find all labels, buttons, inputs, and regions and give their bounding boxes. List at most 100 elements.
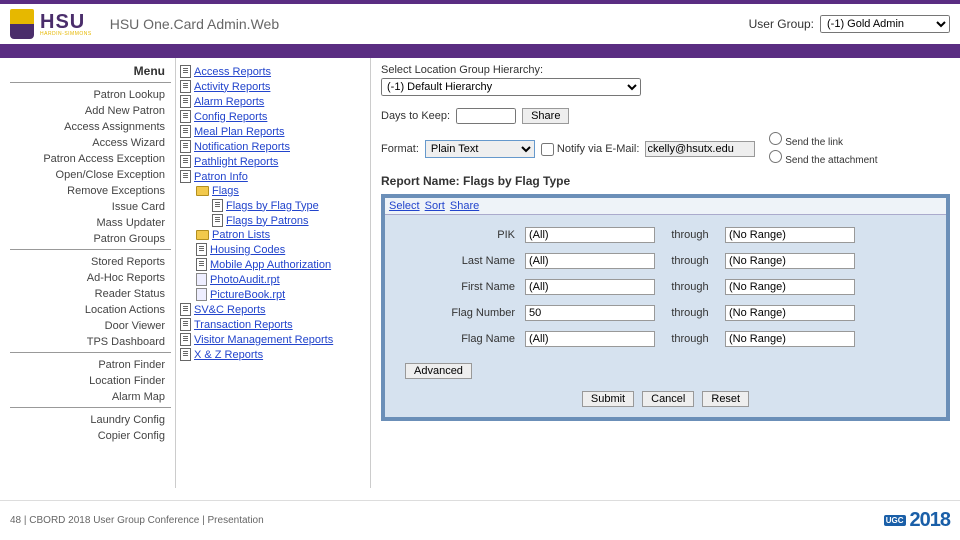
param-from-input[interactable]: [525, 305, 655, 321]
tree-item-link[interactable]: Meal Plan Reports: [194, 126, 285, 138]
notify-email-label: Notify via E-Mail:: [557, 143, 640, 155]
tree-item[interactable]: Flags by Patrons: [212, 213, 366, 228]
tree-item[interactable]: Access Reports: [180, 64, 366, 79]
menu-item[interactable]: Remove Exceptions: [10, 183, 171, 199]
tree-item[interactable]: PictureBook.rpt: [196, 287, 366, 302]
document-icon: [212, 199, 223, 212]
tree-item[interactable]: PhotoAudit.rpt: [196, 272, 366, 287]
user-group-select[interactable]: (-1) Gold Admin: [820, 15, 950, 33]
tree-item-link[interactable]: Patron Info: [194, 171, 248, 183]
document-icon: [180, 170, 191, 183]
menu-item[interactable]: Patron Access Exception: [10, 151, 171, 167]
menu-item[interactable]: Access Wizard: [10, 135, 171, 151]
menu-item[interactable]: Copier Config: [10, 428, 171, 444]
tab-select[interactable]: Select: [389, 200, 420, 212]
menu-item[interactable]: Patron Groups: [10, 231, 171, 247]
menu-item[interactable]: Laundry Config: [10, 412, 171, 428]
param-from-input[interactable]: [525, 253, 655, 269]
send-attachment-radio[interactable]: [769, 150, 782, 163]
document-icon: [180, 80, 191, 93]
tree-item[interactable]: Housing Codes: [196, 242, 366, 257]
menu-item[interactable]: Access Assignments: [10, 119, 171, 135]
tree-item-link[interactable]: Housing Codes: [210, 244, 285, 256]
header-divider-bar: [0, 44, 960, 58]
document-icon: [180, 303, 191, 316]
menu-item[interactable]: Stored Reports: [10, 254, 171, 270]
tree-item-link[interactable]: PhotoAudit.rpt: [210, 274, 280, 286]
submit-button[interactable]: Submit: [582, 391, 634, 407]
tree-folder-patron-lists[interactable]: Patron Lists: [196, 228, 366, 242]
tree-item-link[interactable]: Activity Reports: [194, 81, 270, 93]
notify-email-input[interactable]: [645, 141, 755, 157]
menu-item[interactable]: Ad-Hoc Reports: [10, 270, 171, 286]
param-from-input[interactable]: [525, 331, 655, 347]
tab-share[interactable]: Share: [450, 200, 479, 212]
param-label: PIK: [405, 229, 515, 241]
tree-item[interactable]: X & Z Reports: [180, 347, 366, 362]
tree-item-link[interactable]: Transaction Reports: [194, 319, 293, 331]
param-from-input[interactable]: [525, 279, 655, 295]
share-button[interactable]: Share: [522, 108, 569, 124]
tree-item[interactable]: Patron Info: [180, 169, 366, 184]
tree-item[interactable]: Alarm Reports: [180, 94, 366, 109]
tree-item[interactable]: Pathlight Reports: [180, 154, 366, 169]
tree-item-link[interactable]: Alarm Reports: [194, 96, 264, 108]
tree-item[interactable]: SV&C Reports: [180, 302, 366, 317]
ugc-logo-block: UGC 2018: [884, 509, 950, 532]
tree-item[interactable]: Config Reports: [180, 109, 366, 124]
param-from-input[interactable]: [525, 227, 655, 243]
menu-item[interactable]: Mass Updater: [10, 215, 171, 231]
tree-item[interactable]: Meal Plan Reports: [180, 124, 366, 139]
tree-item[interactable]: Flags by Flag Type: [212, 198, 366, 213]
tree-item[interactable]: Transaction Reports: [180, 317, 366, 332]
document-icon: [180, 318, 191, 331]
days-to-keep-input[interactable]: [456, 108, 516, 124]
advanced-button[interactable]: Advanced: [405, 363, 472, 379]
menu-item[interactable]: Patron Finder: [10, 357, 171, 373]
param-row: Flag Numberthrough: [405, 305, 926, 321]
menu-item[interactable]: Patron Lookup: [10, 87, 171, 103]
tree-item-link[interactable]: Flags by Patrons: [226, 215, 309, 227]
tree-folder-label[interactable]: Flags: [212, 185, 239, 197]
document-icon: [180, 333, 191, 346]
send-link-radio[interactable]: [769, 132, 782, 145]
tree-item-link[interactable]: SV&C Reports: [194, 304, 266, 316]
tree-item-link[interactable]: Visitor Management Reports: [194, 334, 333, 346]
format-select[interactable]: Plain Text: [425, 140, 535, 158]
tree-item-link[interactable]: Flags by Flag Type: [226, 200, 319, 212]
tree-item[interactable]: Activity Reports: [180, 79, 366, 94]
tree-item[interactable]: Visitor Management Reports: [180, 332, 366, 347]
menu-item[interactable]: Issue Card: [10, 199, 171, 215]
hierarchy-select[interactable]: (-1) Default Hierarchy: [381, 78, 641, 96]
tree-item-link[interactable]: X & Z Reports: [194, 349, 263, 361]
menu-item[interactable]: Location Finder: [10, 373, 171, 389]
param-to-input[interactable]: [725, 253, 855, 269]
tree-item[interactable]: Mobile App Authorization: [196, 257, 366, 272]
menu-item[interactable]: TPS Dashboard: [10, 334, 171, 350]
cancel-button[interactable]: Cancel: [642, 391, 694, 407]
tree-item-link[interactable]: Pathlight Reports: [194, 156, 278, 168]
tree-item-link[interactable]: Notification Reports: [194, 141, 290, 153]
tree-item[interactable]: Notification Reports: [180, 139, 366, 154]
param-to-input[interactable]: [725, 305, 855, 321]
tree-item-link[interactable]: Access Reports: [194, 66, 271, 78]
param-to-input[interactable]: [725, 227, 855, 243]
menu-item[interactable]: Location Actions: [10, 302, 171, 318]
menu-item[interactable]: Add New Patron: [10, 103, 171, 119]
menu-item[interactable]: Door Viewer: [10, 318, 171, 334]
tree-item-link[interactable]: Config Reports: [194, 111, 267, 123]
tree-folder-label[interactable]: Patron Lists: [212, 229, 270, 241]
menu-item[interactable]: Reader Status: [10, 286, 171, 302]
main-area: Menu Patron LookupAdd New PatronAccess A…: [0, 58, 960, 488]
reset-button[interactable]: Reset: [702, 391, 749, 407]
param-to-input[interactable]: [725, 331, 855, 347]
param-to-input[interactable]: [725, 279, 855, 295]
tab-sort[interactable]: Sort: [425, 200, 445, 212]
menu-separator: [10, 352, 171, 353]
menu-item[interactable]: Open/Close Exception: [10, 167, 171, 183]
tree-folder-flags[interactable]: Flags: [196, 184, 366, 198]
tree-item-link[interactable]: Mobile App Authorization: [210, 259, 331, 271]
tree-item-link[interactable]: PictureBook.rpt: [210, 289, 285, 301]
menu-item[interactable]: Alarm Map: [10, 389, 171, 405]
notify-email-checkbox[interactable]: [541, 143, 554, 156]
